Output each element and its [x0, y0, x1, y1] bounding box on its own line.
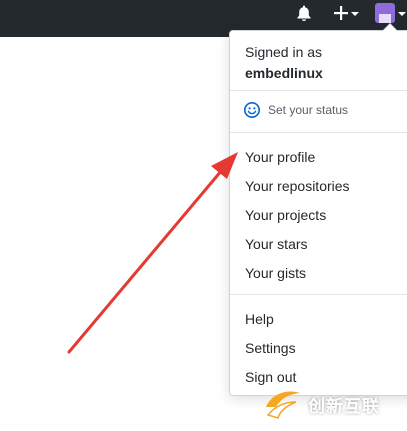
watermark-text: 创新互联 [308, 396, 380, 416]
annotation-arrow [67, 152, 238, 354]
logo-icon [266, 391, 300, 419]
watermark: 创新互联 [262, 384, 380, 424]
